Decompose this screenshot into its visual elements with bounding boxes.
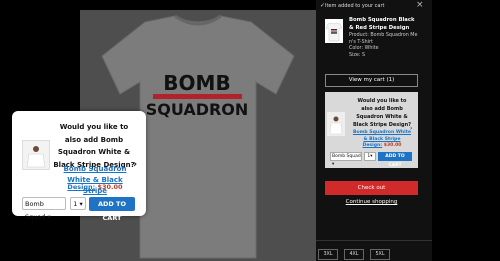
shirt-red-stripe [153, 94, 242, 99]
drawer-upsell-link[interactable]: Bomb Squadron White & Black Stripe [352, 129, 412, 143]
upsell-variant-value: Bomb Squad [25, 200, 46, 221]
drawer-upsell-price: Design: $30.00 [352, 143, 412, 148]
upsell-price: Design: $30.00 [52, 183, 138, 191]
cart-item-product: Product: Bomb Squadron Me n's T-Shirt [349, 33, 418, 45]
drawer-upsell-price-value: $30.00 [383, 143, 402, 148]
upsell-variant-select[interactable]: Bomb Squad ▾ [22, 197, 66, 221]
view-cart-button[interactable]: View my cart (1) [325, 74, 418, 87]
upsell-product-thumbnail[interactable] [22, 140, 50, 170]
drawer-chevron-right-icon[interactable]: › [410, 125, 412, 132]
drawer-upsell-quantity-value: 1 [367, 154, 371, 159]
added-notice: Item added to your cart [325, 3, 385, 9]
drawer-upsell-thumbnail[interactable] [327, 112, 345, 136]
cart-item-size: Size: S [349, 53, 366, 58]
upsell-price-value: $30.00 [97, 183, 123, 191]
drawer-upsell-variant-value: Bomb Squad [332, 154, 361, 159]
drawer-upsell-question: Would you like to also add Bomb Squadron… [352, 98, 412, 128]
cart-item-color: Color: White [349, 46, 379, 51]
divider [316, 240, 432, 241]
size-option-5xl[interactable]: 5XL [370, 249, 390, 260]
drawer-upsell-add-to-cart-button[interactable]: ADD TO CART [378, 152, 412, 168]
chevron-right-icon[interactable]: › [133, 159, 137, 170]
drawer-upsell-variant-select[interactable]: Bomb Squad ▾ [330, 152, 362, 167]
close-icon[interactable]: × [416, 0, 424, 10]
cart-item-thumbnail[interactable] [325, 19, 343, 43]
upsell-add-to-cart-button[interactable]: ADD TO CART [89, 197, 135, 222]
size-option-4xl[interactable]: 4XL [344, 249, 364, 260]
upsell-price-label: Design: [67, 183, 96, 191]
drawer-upsell-price-label: Design: [362, 143, 383, 148]
continue-shopping-link[interactable]: Continue shopping [325, 199, 418, 205]
page-background [432, 0, 500, 261]
upsell-product-link[interactable]: Bomb Squadron White & Black Stripe [56, 164, 134, 197]
size-option-3xl[interactable]: 3XL [318, 249, 338, 260]
shirt-text-bottom: SQUADRON [146, 100, 249, 119]
shirt-text-top: BOMB [163, 71, 230, 95]
cart-item-title[interactable]: Bomb Squadron Black & Red Stripe Design [349, 17, 419, 32]
drawer-upsell-quantity-select[interactable]: 1▾ [364, 152, 376, 161]
upsell-quantity-select[interactable]: 1 ▾ [70, 197, 86, 210]
checkout-button[interactable]: Check out [325, 181, 418, 195]
upsell-quantity-value: 1 [73, 200, 78, 208]
